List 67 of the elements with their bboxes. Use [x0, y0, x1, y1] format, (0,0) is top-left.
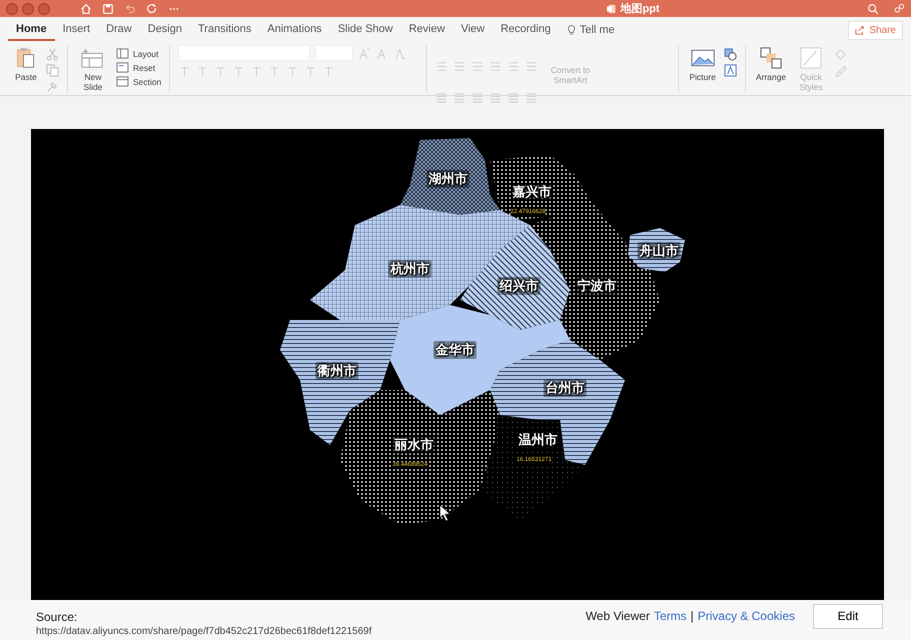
- source-label: Source:: [36, 610, 78, 624]
- list-icon[interactable]: [435, 60, 448, 73]
- ribbon-tab[interactable]: Design: [140, 19, 190, 41]
- list-icon[interactable]: [453, 60, 466, 73]
- edit-button[interactable]: Edit: [813, 604, 883, 628]
- close-window-icon[interactable]: [6, 2, 18, 14]
- reset-button[interactable]: Reset: [116, 62, 162, 73]
- save-icon[interactable]: [102, 2, 114, 14]
- section-button[interactable]: Section: [116, 76, 162, 87]
- cut-icon[interactable]: [46, 48, 59, 61]
- new-slide-icon: [81, 47, 105, 69]
- search-icon[interactable]: [867, 2, 879, 14]
- ribbon-tab[interactable]: Recording: [492, 19, 559, 41]
- shapes-icon[interactable]: [724, 48, 737, 61]
- reset-icon: [116, 62, 129, 73]
- tell-me-search[interactable]: Tell me: [566, 24, 615, 36]
- copy-icon[interactable]: [46, 64, 59, 77]
- region-label: 宁波市: [576, 277, 618, 295]
- terms-link[interactable]: Terms: [654, 609, 686, 623]
- list-icon[interactable]: [525, 60, 538, 73]
- grow-font-icon[interactable]: [358, 46, 372, 60]
- picture-icon: [690, 47, 715, 69]
- cursor-icon: [440, 504, 451, 522]
- region-label: 杭州市: [388, 260, 432, 278]
- list-icon[interactable]: [489, 60, 502, 73]
- align-icon[interactable]: [453, 91, 466, 104]
- ribbon-tab[interactable]: View: [452, 19, 493, 41]
- source-url: https://datav.aliyuncs.com/share/page/f7db452c217d26bec61f8def1221569f: [36, 626, 372, 637]
- share-button[interactable]: Share: [848, 20, 903, 40]
- picture-button[interactable]: Picture: [687, 45, 718, 84]
- align-icon[interactable]: [435, 91, 448, 104]
- ribbon-tab[interactable]: Animations: [259, 19, 330, 41]
- link-separator: |: [690, 609, 694, 623]
- align-icon[interactable]: [489, 91, 502, 104]
- web-viewer-label: Web Viewer: [586, 609, 650, 623]
- home-icon[interactable]: [80, 2, 92, 14]
- redo-icon[interactable]: [146, 2, 158, 14]
- list-icon[interactable]: [507, 60, 520, 73]
- paste-button[interactable]: Paste: [12, 45, 40, 84]
- text-box-icon[interactable]: [724, 64, 737, 77]
- share-icon: [855, 25, 866, 35]
- window-title: 地图ppt: [620, 2, 660, 16]
- undo-icon[interactable]: [124, 2, 136, 14]
- zoom-window-icon[interactable]: [38, 2, 50, 14]
- align-icon[interactable]: [507, 91, 520, 104]
- ribbon-tab[interactable]: Review: [400, 19, 453, 41]
- arrange-icon: [758, 47, 783, 69]
- align-icon[interactable]: [471, 91, 484, 104]
- ribbon-tab[interactable]: Home: [8, 19, 55, 41]
- layout-button[interactable]: Layout: [116, 48, 162, 59]
- region-label: 金华市: [434, 341, 476, 359]
- ribbon-tab[interactable]: Draw: [98, 19, 140, 41]
- lightbulb-icon: [566, 24, 576, 36]
- outline-pen-icon[interactable]: [834, 64, 848, 77]
- align-icon[interactable]: [525, 91, 538, 104]
- new-slide-button[interactable]: New Slide: [76, 45, 110, 94]
- list-icon[interactable]: [471, 60, 484, 73]
- arrange-button[interactable]: Arrange: [754, 45, 788, 84]
- ribbon-tab[interactable]: Insert: [54, 19, 98, 41]
- layout-icon: [116, 48, 129, 59]
- minimize-window-icon[interactable]: [22, 2, 34, 14]
- ribbon-tab[interactable]: Transitions: [190, 19, 260, 41]
- quick-styles-icon: [799, 47, 824, 69]
- ribbon-tab[interactable]: Slide Show: [330, 19, 401, 41]
- privacy-link[interactable]: Privacy & Cookies: [698, 609, 795, 623]
- document-icon: [607, 4, 618, 14]
- section-icon: [116, 76, 129, 87]
